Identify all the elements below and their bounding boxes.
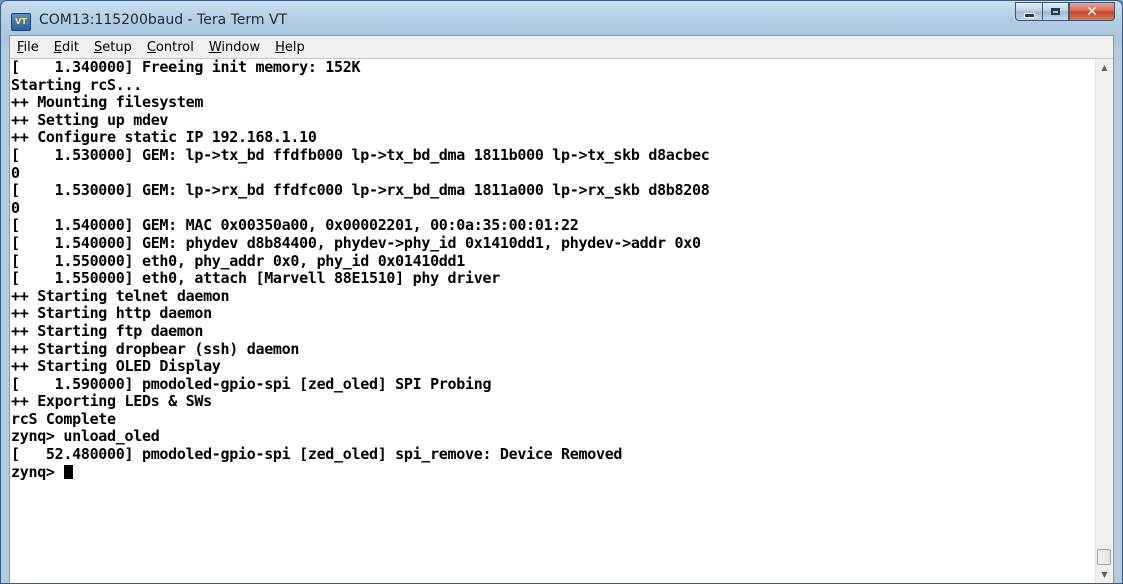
- menu-control[interactable]: Control: [140, 40, 202, 55]
- terminal-line: [ 1.530000] GEM: lp->rx_bd ffdfc000 lp->…: [11, 181, 710, 200]
- terminal-line: ++ Starting OLED Display: [11, 357, 221, 376]
- terminal-output[interactable]: [ 1.340000] Freeing init memory: 152K Sta…: [10, 59, 1096, 583]
- client-area: File Edit Setup Control Window Help [ 1.34000…: [9, 35, 1114, 583]
- scroll-down-arrow-icon[interactable]: ▼: [1096, 566, 1113, 583]
- menu-edit[interactable]: Edit: [47, 40, 87, 55]
- minimize-icon: [1023, 13, 1035, 18]
- terminal-line: [ 1.550000] eth0, attach [Marvell 88E151…: [11, 269, 500, 288]
- terminal-line: ++ Configure static IP 192.168.1.10: [11, 128, 317, 147]
- terminal-line: [ 1.540000] GEM: phydev d8b84400, phydev…: [11, 233, 701, 252]
- terminal-line: [ 1.550000] eth0, phy_addr 0x0, phy_id 0…: [11, 251, 466, 270]
- scroll-thumb[interactable]: [1097, 549, 1111, 565]
- terminal-line: rcS Complete: [11, 409, 116, 428]
- terminal-prompt-line[interactable]: zynq>: [11, 462, 1096, 482]
- close-icon: ✕: [1086, 3, 1098, 20]
- caption-buttons: ✕: [1015, 2, 1115, 22]
- scroll-up-arrow-icon[interactable]: ▲: [1096, 59, 1113, 76]
- terminal-line: ++ Setting up mdev: [11, 110, 169, 129]
- shell-prompt: zynq>: [11, 462, 64, 481]
- terminal-line: Starting rcS...: [11, 75, 142, 94]
- menu-bar: File Edit Setup Control Window Help: [10, 36, 1113, 59]
- minimize-button[interactable]: [1015, 2, 1042, 21]
- vertical-scrollbar[interactable]: ▲ ▼: [1095, 59, 1113, 583]
- terminal-line: ++ Mounting filesystem: [11, 93, 204, 112]
- menu-help[interactable]: Help: [268, 40, 313, 55]
- menu-file[interactable]: File: [10, 40, 47, 55]
- terminal-line: [ 52.480000] pmodoled-gpio-spi [zed_oled…: [11, 445, 623, 464]
- terminal-line: ++ Starting ftp daemon: [11, 321, 204, 340]
- maximize-icon: [1051, 8, 1060, 15]
- terminal-line: [ 1.530000] GEM: lp->tx_bd ffdfb000 lp->…: [11, 145, 710, 164]
- terminal-line: ++ Starting telnet daemon: [11, 286, 230, 305]
- terminal-line: [ 1.340000] Freeing init memory: 152K: [11, 59, 361, 76]
- terminal-line: ++ Starting http daemon: [11, 304, 212, 323]
- text-cursor: [64, 464, 74, 479]
- terminal-line: 0: [11, 163, 20, 182]
- menu-setup[interactable]: Setup: [87, 40, 140, 55]
- terminal-line: zynq> unload_oled: [11, 427, 160, 446]
- close-button[interactable]: ✕: [1069, 2, 1115, 21]
- window-title: COM13:115200baud - Tera Term VT: [39, 12, 288, 28]
- terminal-line: [ 1.540000] GEM: MAC 0x00350a00, 0x00002…: [11, 216, 579, 235]
- menu-window[interactable]: Window: [202, 40, 268, 55]
- terminal-line: ++ Starting dropbear (ssh) daemon: [11, 339, 300, 358]
- terminal-line: ++ Exporting LEDs & SWs: [11, 392, 212, 411]
- terminal-window: VT COM13:115200baud - Tera Term VT ✕ Fil…: [0, 0, 1123, 584]
- terminal-line: 0: [11, 198, 20, 217]
- maximize-button[interactable]: [1042, 2, 1069, 21]
- tera-term-app-icon[interactable]: VT: [11, 13, 31, 31]
- terminal-line: [ 1.590000] pmodoled-gpio-spi [zed_oled]…: [11, 374, 492, 393]
